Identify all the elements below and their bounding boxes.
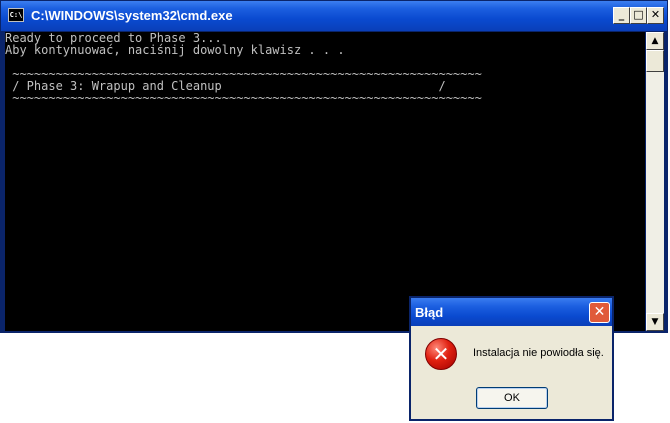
scroll-thumb[interactable]	[646, 50, 664, 72]
cmd-titlebar[interactable]: C:\ C:\WINDOWS\system32\cmd.exe _ □ ✕	[1, 1, 667, 31]
scroll-down-arrow-icon[interactable]: ▼	[646, 313, 664, 331]
console-output[interactable]: Ready to proceed to Phase 3... Aby konty…	[5, 32, 645, 331]
dialog-titlebar[interactable]: Błąd ✕	[411, 298, 612, 326]
minimize-button[interactable]: _	[613, 7, 630, 24]
vertical-scrollbar[interactable]: ▲ ▼	[646, 32, 664, 331]
close-button[interactable]: ✕	[647, 7, 664, 24]
scroll-up-arrow-icon[interactable]: ▲	[646, 32, 664, 50]
ok-button[interactable]: OK	[476, 387, 548, 409]
dialog-title: Błąd	[415, 305, 444, 320]
dialog-close-button[interactable]: ✕	[589, 302, 610, 323]
window-title: C:\WINDOWS\system32\cmd.exe	[31, 8, 233, 23]
cmd-app-icon[interactable]: C:\	[8, 8, 24, 22]
console-text: Ready to proceed to Phase 3... Aby konty…	[5, 32, 482, 105]
error-icon: ✕	[425, 338, 457, 370]
cmd-window: C:\ C:\WINDOWS\system32\cmd.exe _ □ ✕ Re…	[0, 0, 668, 333]
error-message: Instalacja nie powiodła się.	[473, 347, 604, 359]
error-dialog: Błąd ✕ ✕ Instalacja nie powiodła się. OK	[409, 296, 614, 421]
maximize-button[interactable]: □	[630, 7, 647, 24]
